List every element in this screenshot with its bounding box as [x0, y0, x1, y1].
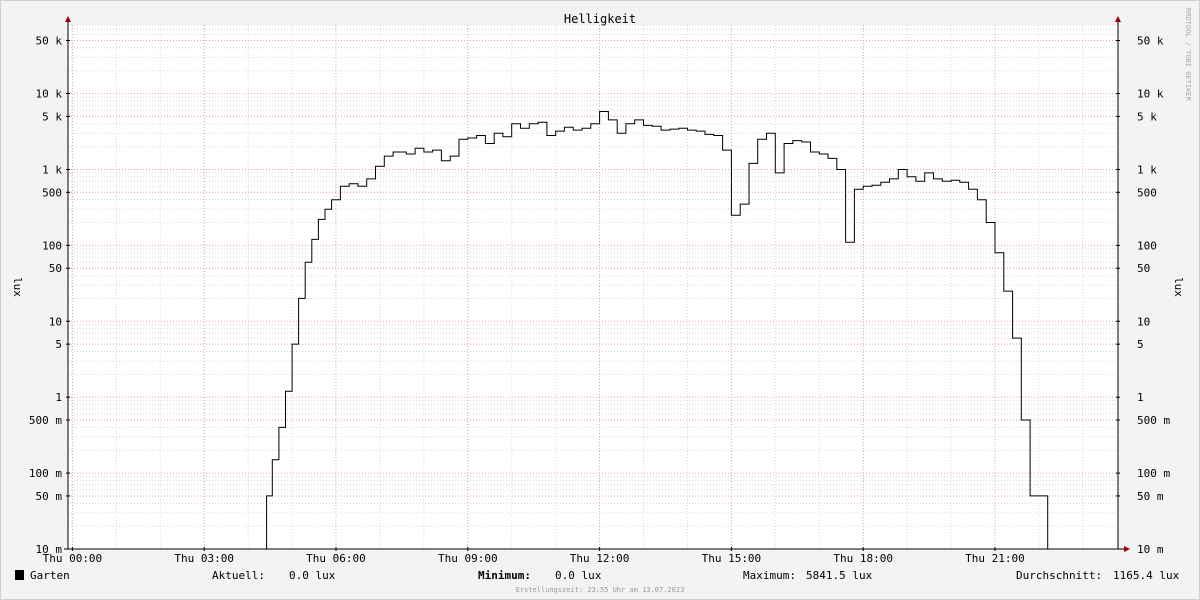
y-tick-label-right: 5 k — [1137, 110, 1157, 123]
y-tick-label-right: 5 — [1137, 338, 1144, 351]
footer-timestamp: Erstellungszeit: 23:55 Uhr am 13.07.2023 — [516, 586, 685, 594]
legend-series-name: Garten — [30, 569, 70, 582]
y-tick-label-right: 10 m — [1137, 543, 1164, 556]
legend-minimum-label: Minimum: — [478, 569, 531, 582]
y-tick-label-right: 50 — [1137, 262, 1150, 275]
y-tick-label-right: 10 k — [1137, 88, 1164, 101]
legend-aktuell-value: 0.0 lux — [289, 569, 336, 582]
x-tick-label: Thu 06:00 — [306, 552, 366, 565]
y-tick-label-left: 100 — [42, 239, 62, 252]
brightness-chart: 10 m 50 m 100 m 500 m 1 5 10 50 100 500 1 k 5 k 10 k… — [0, 0, 1200, 600]
chart-title: Helligkeit — [564, 12, 636, 26]
x-tick-label: Thu 03:00 — [174, 552, 234, 565]
legend-maximum-label: Maximum: — [743, 569, 796, 582]
y-tick-label-right: 100 m — [1137, 467, 1170, 480]
plot-area — [68, 25, 1118, 549]
y-tick-label-left: 500 m — [29, 414, 62, 427]
y-tick-label-right: 1 k — [1137, 163, 1157, 176]
y-tick-label-left: 50 k — [36, 34, 63, 47]
y-tick-label-right: 1 — [1137, 391, 1144, 404]
rrdtool-watermark: RRDTOOL / TOBI OETIKER — [1184, 8, 1192, 102]
legend-aktuell-label: Aktuell: — [212, 569, 265, 582]
legend-maximum-value: 5841.5 lux — [806, 569, 873, 582]
y-axis-label-left: lux — [11, 277, 24, 297]
y-axis-label-right: lux — [1172, 277, 1185, 297]
y-tick-label-right: 50 k — [1137, 34, 1164, 47]
y-tick-label-left: 50 — [49, 262, 62, 275]
y-tick-label-right: 500 m — [1137, 414, 1170, 427]
x-tick-label: Thu 15:00 — [702, 552, 762, 565]
y-tick-label-left: 10 k — [36, 88, 63, 101]
x-tick-label: Thu 21:00 — [965, 552, 1025, 565]
y-tick-label-left: 5 k — [42, 110, 62, 123]
legend-durchschnitt-value: 1165.4 lux — [1113, 569, 1180, 582]
x-tick-label: Thu 18:00 — [833, 552, 893, 565]
y-tick-label-left: 1 k — [42, 163, 62, 176]
y-tick-label-left: 100 m — [29, 467, 62, 480]
legend-swatch — [15, 570, 24, 580]
y-tick-label-left: 1 — [55, 391, 62, 404]
y-tick-label-right: 50 m — [1137, 490, 1164, 503]
y-tick-label-right: 10 — [1137, 315, 1150, 328]
y-tick-label-right: 100 — [1137, 239, 1157, 252]
legend-minimum-value: 0.0 lux — [555, 569, 602, 582]
x-tick-label: Thu 09:00 — [438, 552, 498, 565]
y-tick-label-left: 5 — [55, 338, 62, 351]
x-tick-label: Thu 00:00 — [43, 552, 103, 565]
y-tick-label-right: 500 — [1137, 186, 1157, 199]
y-tick-label-left: 10 — [49, 315, 62, 328]
legend-durchschnitt-label: Durchschnitt: — [1016, 569, 1102, 582]
y-tick-label-left: 50 m — [36, 490, 63, 503]
x-tick-label: Thu 12:00 — [570, 552, 630, 565]
y-tick-label-left: 500 — [42, 186, 62, 199]
